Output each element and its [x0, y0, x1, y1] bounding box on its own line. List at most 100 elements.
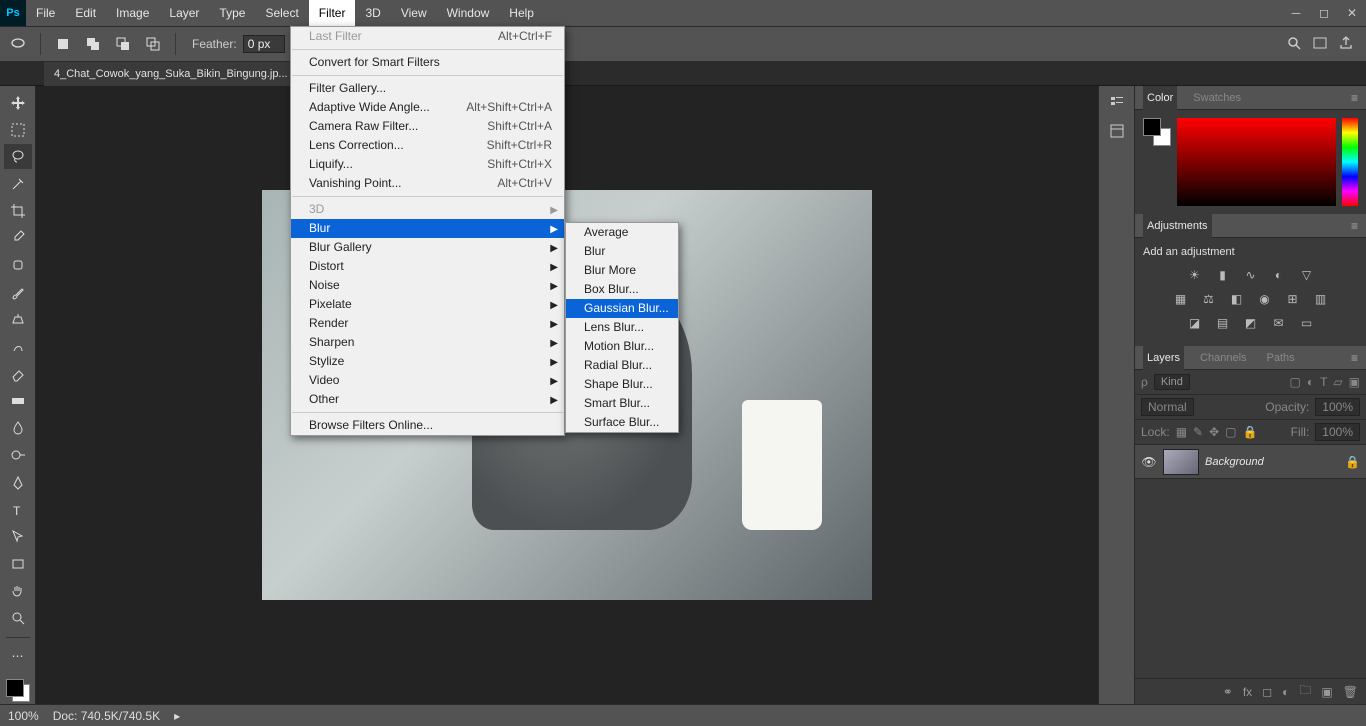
panel-menu-icon[interactable]: ≡	[1351, 91, 1358, 105]
lasso-tool-icon[interactable]	[6, 32, 30, 56]
selection-new-icon[interactable]	[51, 32, 75, 56]
menu-blur-sub[interactable]: Blur▶	[291, 219, 564, 238]
marquee-tool-icon[interactable]	[4, 117, 32, 142]
selection-intersect-icon[interactable]	[141, 32, 165, 56]
edit-toolbar-icon[interactable]: ⋯	[4, 644, 32, 669]
menu-adaptive-wide[interactable]: Adaptive Wide Angle...Alt+Shift+Ctrl+A	[291, 98, 564, 117]
menu-pixelate-sub[interactable]: Pixelate▶	[291, 295, 564, 314]
filter-shape-icon[interactable]: ▱	[1333, 375, 1342, 389]
filter-smart-icon[interactable]: ▣	[1349, 375, 1360, 389]
color-fgbg-swatch[interactable]	[1143, 118, 1171, 146]
menu-window[interactable]: Window	[437, 0, 500, 26]
lookup-icon[interactable]: ▥	[1311, 290, 1331, 308]
menu-other-sub[interactable]: Other▶	[291, 390, 564, 409]
magic-wand-tool-icon[interactable]	[4, 171, 32, 196]
adjustments-tab[interactable]: Adjustments	[1143, 214, 1212, 238]
menu-select[interactable]: Select	[255, 0, 308, 26]
menu-blur-shape[interactable]: Shape Blur...	[566, 375, 678, 394]
close-button[interactable]: ✕	[1338, 0, 1366, 26]
mask-icon[interactable]: ◻	[1262, 685, 1272, 699]
menu-image[interactable]: Image	[106, 0, 159, 26]
blur-tool-icon[interactable]	[4, 416, 32, 441]
filter-image-icon[interactable]: ▢	[1289, 375, 1300, 389]
menu-liquify[interactable]: Liquify...Shift+Ctrl+X	[291, 155, 564, 174]
blend-mode-select[interactable]: Normal	[1141, 398, 1194, 416]
menu-view[interactable]: View	[391, 0, 437, 26]
dodge-tool-icon[interactable]	[4, 443, 32, 468]
menu-blur-gallery-sub[interactable]: Blur Gallery▶	[291, 238, 564, 257]
lock-all-icon[interactable]: 🔒	[1243, 425, 1258, 439]
menu-noise-sub[interactable]: Noise▶	[291, 276, 564, 295]
lock-nest-icon[interactable]: ▢	[1225, 425, 1236, 439]
new-layer-icon[interactable]: ▣	[1321, 685, 1332, 699]
levels-icon[interactable]: ▮	[1213, 266, 1233, 284]
layer-item[interactable]: 👁 Background 🔒	[1135, 445, 1366, 479]
fill-input[interactable]: 100%	[1315, 423, 1360, 441]
clone-tool-icon[interactable]	[4, 307, 32, 332]
menu-sharpen-sub[interactable]: Sharpen▶	[291, 333, 564, 352]
history-brush-tool-icon[interactable]	[4, 334, 32, 359]
link-icon[interactable]: ⚭	[1223, 685, 1233, 699]
menu-video-sub[interactable]: Video▶	[291, 371, 564, 390]
search-icon[interactable]	[1286, 35, 1302, 54]
menu-blur-gaussian[interactable]: Gaussian Blur...	[566, 299, 678, 318]
bw-icon[interactable]: ◧	[1227, 290, 1247, 308]
selective-icon[interactable]: ✉	[1269, 314, 1289, 332]
invert-icon[interactable]: ◪	[1185, 314, 1205, 332]
hue-slider[interactable]	[1342, 118, 1358, 206]
hue-icon[interactable]: ▦	[1171, 290, 1191, 308]
posterize-icon[interactable]: ▤	[1213, 314, 1233, 332]
menu-render-sub[interactable]: Render▶	[291, 314, 564, 333]
fill-adj-icon[interactable]: ◐	[1282, 685, 1289, 699]
curves-icon[interactable]: ∿	[1241, 266, 1261, 284]
color-tab[interactable]: Color	[1143, 86, 1177, 110]
filter-type-icon[interactable]: T	[1320, 375, 1327, 389]
delete-icon[interactable]: 🗑	[1343, 685, 1358, 699]
document-tab[interactable]: 4_Chat_Cowok_yang_Suka_Bikin_Bingung.jp.…	[44, 62, 299, 86]
exposure-icon[interactable]: ◐	[1269, 266, 1289, 284]
brush-tool-icon[interactable]	[4, 280, 32, 305]
doc-info[interactable]: Doc: 740.5K/740.5K	[53, 709, 160, 723]
feather-input[interactable]	[243, 35, 285, 53]
lasso-tool-icon[interactable]	[4, 144, 32, 169]
share-icon[interactable]	[1338, 35, 1354, 54]
doc-info-arrow-icon[interactable]: ▸	[174, 709, 180, 723]
workspace-icon[interactable]	[1312, 35, 1328, 54]
gradient-tool-icon[interactable]	[4, 389, 32, 414]
layer-kind-select[interactable]: Kind	[1154, 374, 1190, 390]
layer-thumbnail[interactable]	[1163, 449, 1199, 475]
fx-icon[interactable]: fx	[1243, 685, 1252, 699]
maximize-button[interactable]: ◻	[1310, 0, 1338, 26]
threshold-icon[interactable]: ◩	[1241, 314, 1261, 332]
menu-browse-filters[interactable]: Browse Filters Online...	[291, 416, 564, 435]
menu-stylize-sub[interactable]: Stylize▶	[291, 352, 564, 371]
menu-blur-surface[interactable]: Surface Blur...	[566, 413, 678, 432]
eyedropper-tool-icon[interactable]	[4, 226, 32, 251]
type-tool-icon[interactable]: T	[4, 497, 32, 522]
menu-lens-correction[interactable]: Lens Correction...Shift+Ctrl+R	[291, 136, 564, 155]
menu-distort-sub[interactable]: Distort▶	[291, 257, 564, 276]
vibrance-icon[interactable]: ▽	[1297, 266, 1317, 284]
foreground-background-swatch[interactable]	[4, 677, 32, 704]
group-icon[interactable]: 🗀	[1299, 681, 1311, 702]
layers-tab[interactable]: Layers	[1143, 346, 1184, 370]
lock-pixels-icon[interactable]: ✎	[1193, 425, 1203, 439]
selection-subtract-icon[interactable]	[111, 32, 135, 56]
paths-tab[interactable]: Paths	[1263, 346, 1299, 370]
menu-blur-box[interactable]: Box Blur...	[566, 280, 678, 299]
menu-blur-motion[interactable]: Motion Blur...	[566, 337, 678, 356]
menu-camera-raw[interactable]: Camera Raw Filter...Shift+Ctrl+A	[291, 117, 564, 136]
selection-add-icon[interactable]	[81, 32, 105, 56]
zoom-level[interactable]: 100%	[8, 709, 39, 723]
panel-menu-icon[interactable]: ≡	[1351, 219, 1358, 233]
properties-panel-icon[interactable]	[1109, 123, 1125, 142]
opacity-input[interactable]: 100%	[1315, 398, 1360, 416]
menu-type[interactable]: Type	[209, 0, 255, 26]
channels-tab[interactable]: Channels	[1196, 346, 1250, 370]
menu-filter-gallery[interactable]: Filter Gallery...	[291, 79, 564, 98]
move-tool-icon[interactable]	[4, 90, 32, 115]
layer-name[interactable]: Background	[1205, 456, 1264, 468]
menu-3d[interactable]: 3D	[355, 0, 390, 26]
lock-pos-icon[interactable]: ✥	[1209, 425, 1219, 439]
pen-tool-icon[interactable]	[4, 470, 32, 495]
